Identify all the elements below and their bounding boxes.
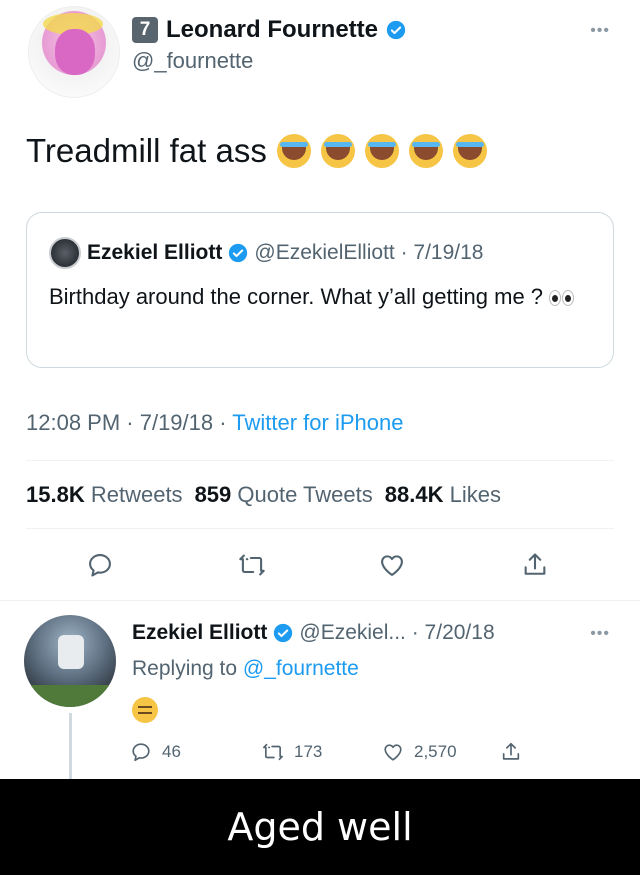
quoted-author-handle-date: @EzekielElliott · 7/19/18 (254, 241, 484, 264)
like-button[interactable] (372, 545, 412, 585)
avatar-field (24, 685, 116, 707)
loudly-crying-emoji-icon (364, 134, 399, 168)
quoted-tweet-card[interactable]: Ezekiel Elliott @EzekielElliott · 7/19/1… (26, 212, 614, 368)
quoted-author-name[interactable]: Ezekiel Elliott (87, 241, 222, 265)
author-name-row: 7 Leonard Fournette (132, 16, 406, 44)
heart-icon (384, 744, 402, 761)
reply-like-button[interactable]: 2,570 (382, 741, 457, 763)
reply-actions: 46 173 2,570 (130, 741, 550, 771)
tweet-actions (0, 545, 640, 585)
loudly-crying-emoji-icon (452, 134, 487, 168)
reply-icon (89, 554, 111, 577)
divider (26, 460, 614, 461)
retweet-count: 173 (294, 742, 323, 761)
quoted-tweet-header: Ezekiel Elliott @EzekielElliott · 7/19/1… (49, 237, 483, 269)
tweet-timestamp: 12:08 PM · 7/19/18 · Twitter for iPhone (26, 410, 403, 436)
quote-tweets-stat[interactable]: 859 Quote Tweets (195, 482, 373, 508)
share-button[interactable] (515, 545, 555, 585)
reply-author-name[interactable]: Ezekiel Elliott (132, 621, 267, 645)
likes-stat[interactable]: 88.4K Likes (385, 482, 501, 508)
avatar-jersey (58, 635, 84, 669)
reply-retweet-button[interactable]: 173 (262, 741, 322, 763)
meme-caption: Aged well (227, 805, 413, 849)
author-handle[interactable]: @_fournette (132, 48, 406, 74)
eyes-emoji-icon (549, 290, 575, 307)
avatar-face (55, 29, 95, 75)
retweets-stat[interactable]: 15.8K Retweets (26, 482, 183, 508)
quoted-author-avatar[interactable] (49, 237, 81, 269)
reply-author-handle-date: @Ezekiel... · 7/20/18 (299, 621, 495, 644)
replying-to-handle[interactable]: @_fournette (243, 657, 359, 680)
divider (26, 528, 614, 529)
tweet-header: 7 Leonard Fournette @_fournette (132, 16, 406, 74)
share-icon (502, 742, 520, 760)
quoted-tweet-text-content: Birthday around the corner. What y’all g… (49, 284, 544, 309)
author-badge: 7 (132, 17, 158, 43)
loudly-crying-emoji-icon (276, 134, 311, 168)
author-display-name[interactable]: Leonard Fournette (166, 16, 378, 44)
replying-to-line: Replying to @_fournette (132, 657, 359, 681)
verified-icon (386, 20, 406, 40)
tweet-source-link[interactable]: Twitter for iPhone (232, 410, 403, 435)
share-icon (524, 553, 546, 575)
thread-connector-line (69, 713, 72, 783)
heart-icon (381, 555, 403, 576)
reply-icon (132, 743, 150, 762)
reply-button[interactable] (80, 545, 120, 585)
more-options-icon[interactable]: ••• (590, 22, 610, 40)
meme-caption-bar: Aged well (0, 779, 640, 875)
retweet-icon (263, 743, 283, 761)
tweet-stats: 15.8K Retweets 859 Quote Tweets 88.4K Li… (26, 482, 501, 508)
verified-icon (274, 623, 293, 643)
reply-count: 46 (162, 742, 181, 761)
reply-header: Ezekiel Elliott @Ezekiel... · 7/20/18 (132, 621, 495, 645)
loudly-crying-emoji-icon (320, 134, 355, 168)
tweet-author-avatar[interactable] (28, 6, 120, 98)
verified-icon (229, 243, 248, 263)
retweet-button[interactable] (232, 545, 272, 585)
reply-tweet[interactable]: Ezekiel Elliott @Ezekiel... · 7/20/18 ••… (0, 600, 640, 783)
loudly-crying-emoji-icon (408, 134, 443, 168)
reply-author-avatar[interactable] (24, 615, 116, 707)
replying-to-prefix: Replying to (132, 657, 243, 680)
tweet-text-content: Treadmill fat ass (26, 132, 267, 169)
reply-share-button[interactable] (500, 741, 522, 763)
like-count: 2,570 (414, 742, 457, 761)
tweet-text: Treadmill fat ass (26, 132, 487, 170)
retweet-icon (239, 554, 265, 576)
expressionless-face-emoji-icon (132, 697, 158, 723)
reply-more-options-icon[interactable]: ••• (590, 625, 610, 643)
tweet-time-date: 12:08 PM · 7/19/18 · (26, 410, 233, 435)
quoted-tweet-text: Birthday around the corner. What y’all g… (49, 281, 609, 313)
reply-reply-button[interactable]: 46 (130, 741, 181, 763)
